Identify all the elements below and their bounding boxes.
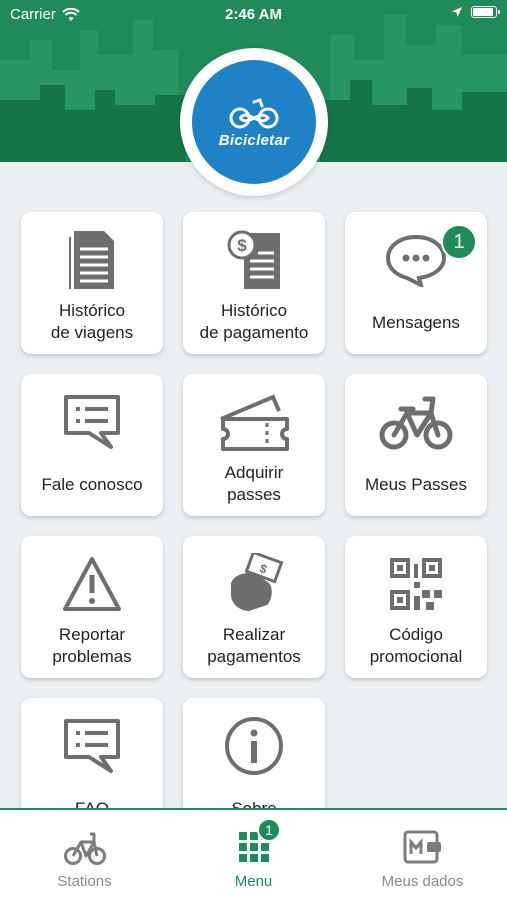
tab-menu-label: Menu <box>234 873 273 890</box>
qr-code-icon <box>345 550 487 618</box>
message-icon <box>21 388 163 456</box>
menu-tile-1[interactable]: $ Histórico de pagamento <box>183 212 325 354</box>
tab-stations-label: Stations <box>57 873 112 890</box>
ticket-icon <box>183 388 325 456</box>
receipt-dollar-icon: $ <box>183 226 325 294</box>
cash-hand-icon: $ <box>183 550 325 618</box>
bike-logo-icon <box>229 97 279 128</box>
location-arrow-icon <box>452 7 462 17</box>
svg-text:$: $ <box>237 236 247 255</box>
menu-tile-label: Adquirir passes <box>224 463 284 504</box>
menu-tile-2[interactable]: Mensagens 1 <box>345 212 487 354</box>
menu-tile-10[interactable]: Sobre <box>183 698 325 808</box>
menu-tile-6[interactable]: Reportar problemas <box>21 536 163 678</box>
bicicletar-logo: Bicicletar <box>192 60 316 184</box>
battery-icon <box>471 6 500 18</box>
menu-tile-label: Sobre <box>189 798 319 808</box>
menu-tile-label: Reportar problemas <box>52 625 132 666</box>
brand-name: Bicicletar <box>218 131 290 149</box>
tab-menu[interactable]: Menu <box>169 810 338 900</box>
clock: 2:46 AM <box>225 6 282 23</box>
warning-icon <box>21 550 163 618</box>
tab-stations[interactable]: Stations <box>0 810 169 900</box>
tab-meus-dados[interactable]: Meus dados <box>338 810 507 900</box>
status-bar: Carrier 2:46 AM <box>0 0 507 30</box>
menu-tile-4[interactable]: Adquirir passes <box>183 374 325 516</box>
menu-tile-label: FAQ <box>27 798 157 808</box>
faq-message-icon <box>21 712 163 780</box>
menu-tile-5[interactable]: Meus Passes <box>345 374 487 516</box>
menu-tile-3[interactable]: Fale conosco <box>21 374 163 516</box>
tab-bar: Stations Menu 1 Meus dados <box>0 808 507 900</box>
menu-tile-0[interactable]: Histórico de viagens <box>21 212 163 354</box>
menu-tile-label: Histórico de pagamento <box>199 301 309 342</box>
bicycle-icon <box>63 832 106 865</box>
notification-badge: 1 <box>441 224 477 260</box>
menu-tile-7[interactable]: $ Realizar pagamentos <box>183 536 325 678</box>
menu-tile-label: Mensagens <box>372 313 460 332</box>
tab-menu-badge: 1 <box>257 818 281 842</box>
bicycle-icon <box>345 388 487 456</box>
document-icon <box>21 226 163 294</box>
wallet-card-icon <box>403 830 441 864</box>
menu-tile-9[interactable]: FAQ <box>21 698 163 808</box>
tab-meus-dados-label: Meus dados <box>381 873 464 890</box>
menu-tile-8[interactable]: Código promocional <box>345 536 487 678</box>
menu-tile-label: Histórico de viagens <box>50 301 134 342</box>
menu-tile-label: Meus Passes <box>364 475 468 494</box>
logo-ring: Bicicletar <box>180 48 328 196</box>
menu-tile-label: Fale conosco <box>41 475 143 494</box>
menu-tile-label: Código promocional <box>369 625 463 666</box>
menu-tile-label: Realizar pagamentos <box>207 625 301 666</box>
info-icon <box>183 712 325 780</box>
